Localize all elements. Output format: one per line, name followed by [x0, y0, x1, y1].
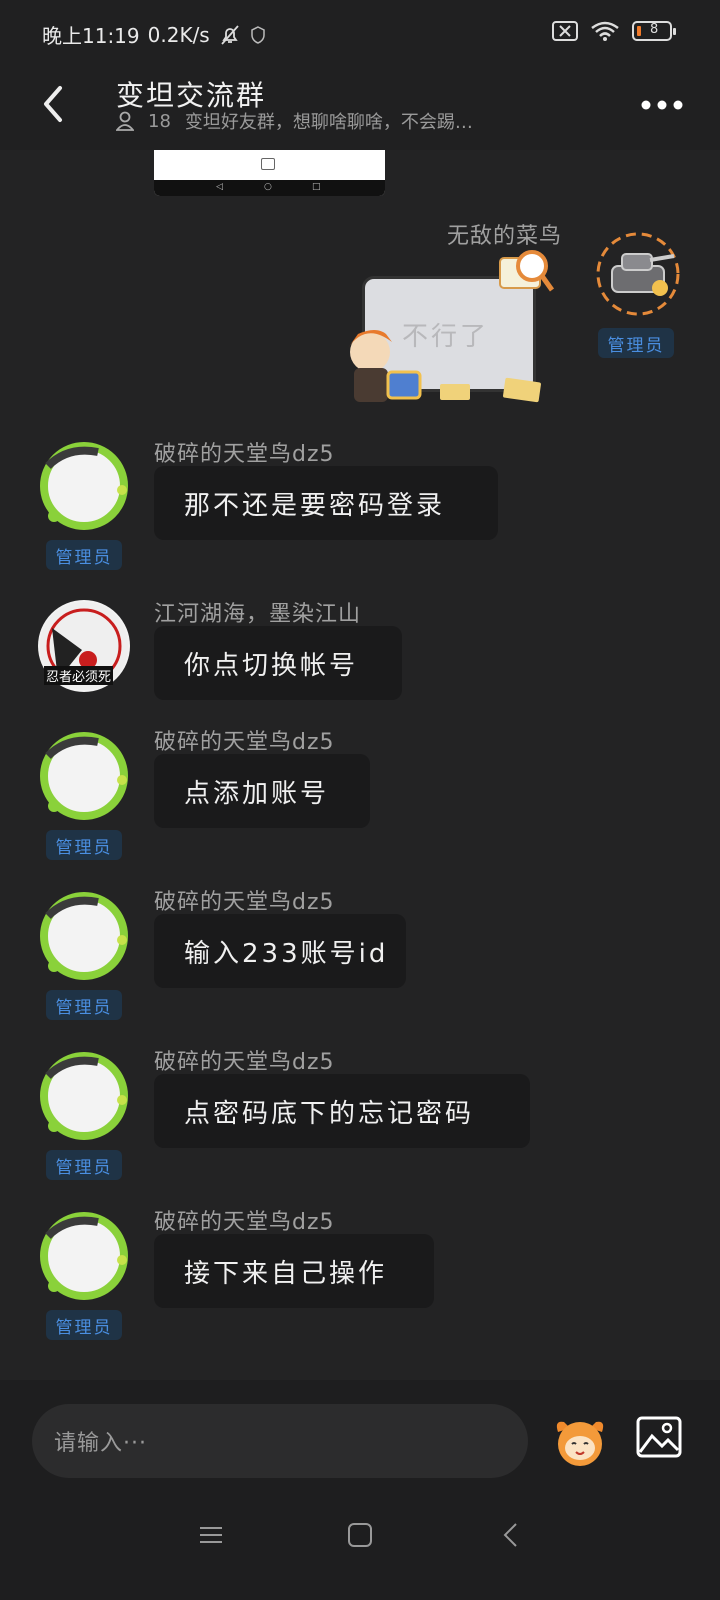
green-frame-avatar-icon [40, 732, 128, 820]
input-area: 请输入··· [0, 1380, 720, 1490]
back-triangle-icon [503, 1523, 517, 1547]
magnifier-sticker-icon [499, 250, 555, 292]
status-speed: 0.2K/s [147, 22, 210, 47]
system-nav-bar [0, 1490, 720, 1600]
member-icon [116, 111, 134, 131]
home-square-icon [348, 1523, 372, 1547]
back-button[interactable] [36, 82, 76, 126]
member-count: 18 [148, 110, 171, 132]
message-bubble[interactable]: 输入233账号id [154, 914, 406, 988]
sender-name: 破碎的天堂鸟dz5 [154, 730, 335, 755]
menu-nav-button[interactable] [196, 1520, 226, 1550]
mute-bell-icon [221, 24, 239, 45]
admin-badge: 管理员 [46, 1310, 122, 1340]
battery-level: 8 [650, 22, 659, 37]
avatar[interactable] [38, 890, 130, 982]
chat-header: 变坦交流群 18 变坦好友群，想聊啥聊啥，不会踢… [0, 64, 720, 150]
image-icon [636, 1416, 682, 1458]
sender-name: 破碎的天堂鸟dz5 [154, 1050, 335, 1075]
sender-name: 江河湖海，墨染江山 [154, 602, 362, 627]
no-sim-icon [552, 21, 578, 41]
admin-badge: 管理员 [46, 990, 122, 1020]
sender-name: 破碎的天堂鸟dz5 [154, 1210, 335, 1235]
group-subtitle: 18 变坦好友群，想聊啥聊啥，不会踢… [116, 108, 473, 134]
green-frame-avatar-icon [40, 1052, 128, 1140]
character-sticker-icon [348, 330, 422, 402]
sender-name: 破碎的天堂鸟dz5 [154, 890, 335, 915]
emoji-button[interactable] [550, 1410, 610, 1470]
message-bubble[interactable]: 点添加账号 [154, 754, 370, 828]
avatar[interactable] [38, 1050, 130, 1142]
message-bubble[interactable]: 那不还是要密码登录 [154, 466, 498, 540]
admin-badge: 管理员 [46, 1150, 122, 1180]
menu-icon [200, 1527, 222, 1543]
back-nav-button[interactable] [496, 1520, 526, 1550]
admin-badge: 管理员 [598, 328, 674, 358]
status-bar: 晚上11:19 0.2K/s 8 [0, 0, 720, 64]
message-bubble[interactable]: 接下来自己操作 [154, 1234, 434, 1308]
status-right: 8 [552, 20, 676, 42]
more-options-button[interactable] [640, 94, 684, 116]
avatar[interactable] [38, 1210, 130, 1302]
avatar[interactable] [38, 440, 130, 532]
sticker-message[interactable]: 不行了 [336, 250, 566, 408]
green-frame-avatar-icon [40, 1212, 128, 1300]
coin-sticker-icon [440, 377, 541, 403]
message-bubble[interactable]: 点密码底下的忘记密码 [154, 1074, 530, 1148]
battery-icon: 8 [632, 21, 676, 41]
more-dots-icon [641, 100, 683, 110]
back-arrow-icon [44, 86, 62, 122]
mascot-emoji-icon [556, 1421, 604, 1466]
green-frame-avatar-icon [40, 892, 128, 980]
status-time: 晚上11:19 [42, 24, 140, 48]
group-description: 变坦好友群，想聊啥聊啥，不会踢… [184, 112, 473, 133]
green-frame-avatar-icon [40, 442, 128, 530]
status-left: 晚上11:19 0.2K/s [42, 20, 266, 49]
home-nav-button[interactable] [345, 1520, 375, 1550]
shield-icon [250, 25, 265, 44]
image-button[interactable] [636, 1416, 682, 1458]
message-input[interactable]: 请输入··· [32, 1404, 528, 1478]
avatar[interactable] [594, 230, 682, 318]
tank-avatar-icon [596, 232, 680, 316]
avatar-text: 忍者必须死 [44, 666, 114, 685]
message-list[interactable]: ◁ ○ □ 无敌的菜鸟 管理员 不行了 管理员 破碎的天堂鸟dz5 那不还是要密… [0, 150, 720, 1380]
admin-badge: 管理员 [46, 540, 122, 570]
avatar[interactable] [38, 730, 130, 822]
admin-badge: 管理员 [46, 830, 122, 860]
wifi-icon [591, 21, 619, 41]
message-bubble[interactable]: 你点切换帐号 [154, 626, 402, 700]
avatar[interactable]: 忍者必须死 [38, 600, 130, 692]
sender-name: 破碎的天堂鸟dz5 [154, 442, 335, 467]
shared-screenshot-image[interactable]: ◁ ○ □ [154, 150, 385, 196]
